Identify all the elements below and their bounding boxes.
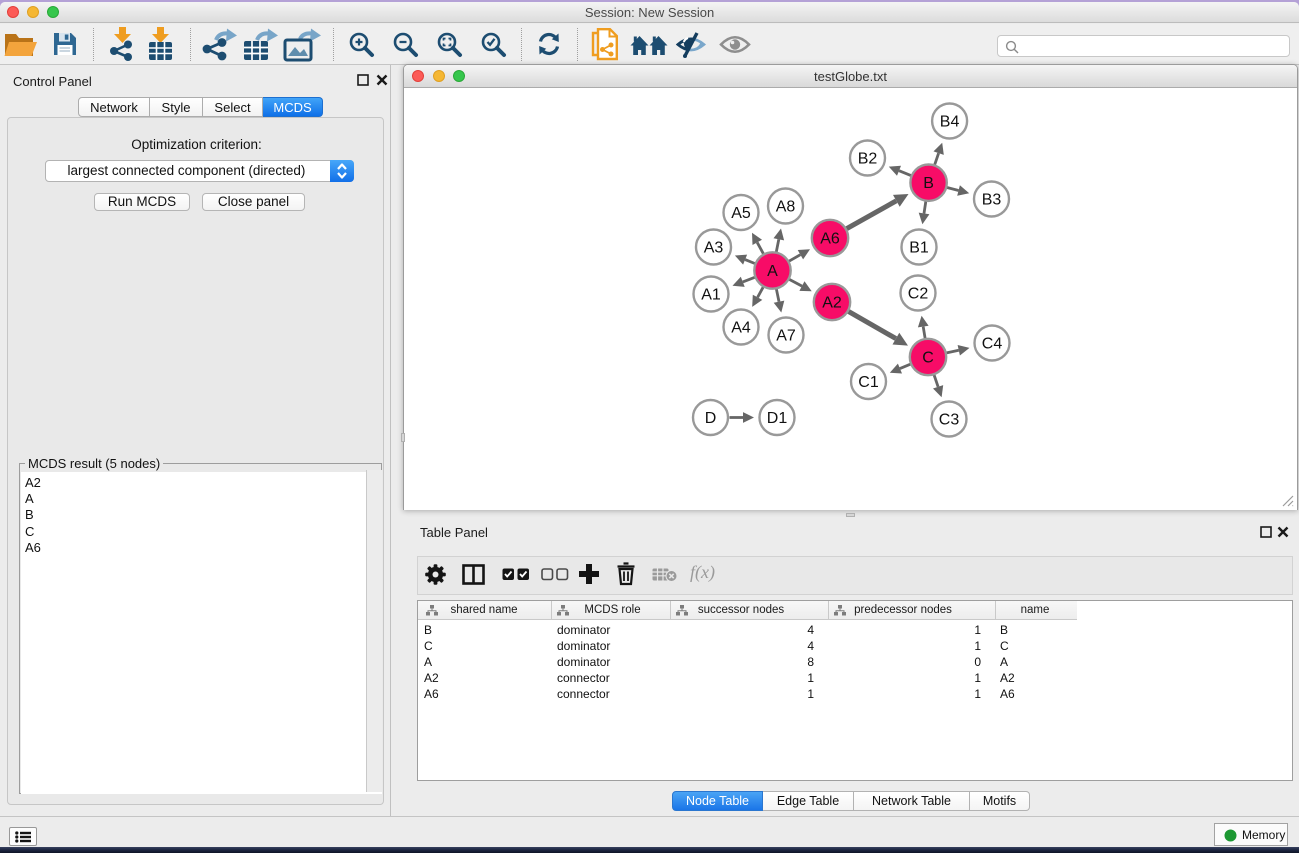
svg-text:B: B	[923, 175, 934, 192]
svg-text:A2: A2	[822, 295, 842, 312]
svg-text:A1: A1	[701, 287, 721, 304]
svg-text:D: D	[705, 410, 717, 427]
svg-text:A4: A4	[731, 320, 751, 337]
svg-text:C: C	[922, 350, 934, 367]
svg-text:A5: A5	[731, 205, 751, 222]
svg-text:C1: C1	[858, 374, 879, 391]
svg-text:C3: C3	[939, 412, 960, 429]
svg-text:D1: D1	[767, 410, 788, 427]
svg-text:A3: A3	[704, 240, 724, 257]
svg-text:A: A	[767, 263, 778, 280]
svg-text:C2: C2	[908, 286, 929, 303]
svg-text:B3: B3	[982, 192, 1002, 209]
svg-text:A8: A8	[776, 199, 796, 216]
svg-text:C4: C4	[982, 336, 1003, 353]
svg-text:A6: A6	[820, 231, 840, 248]
svg-text:B2: B2	[858, 151, 878, 168]
svg-text:A7: A7	[776, 328, 796, 345]
svg-text:B4: B4	[940, 114, 960, 131]
svg-text:B1: B1	[909, 240, 929, 257]
